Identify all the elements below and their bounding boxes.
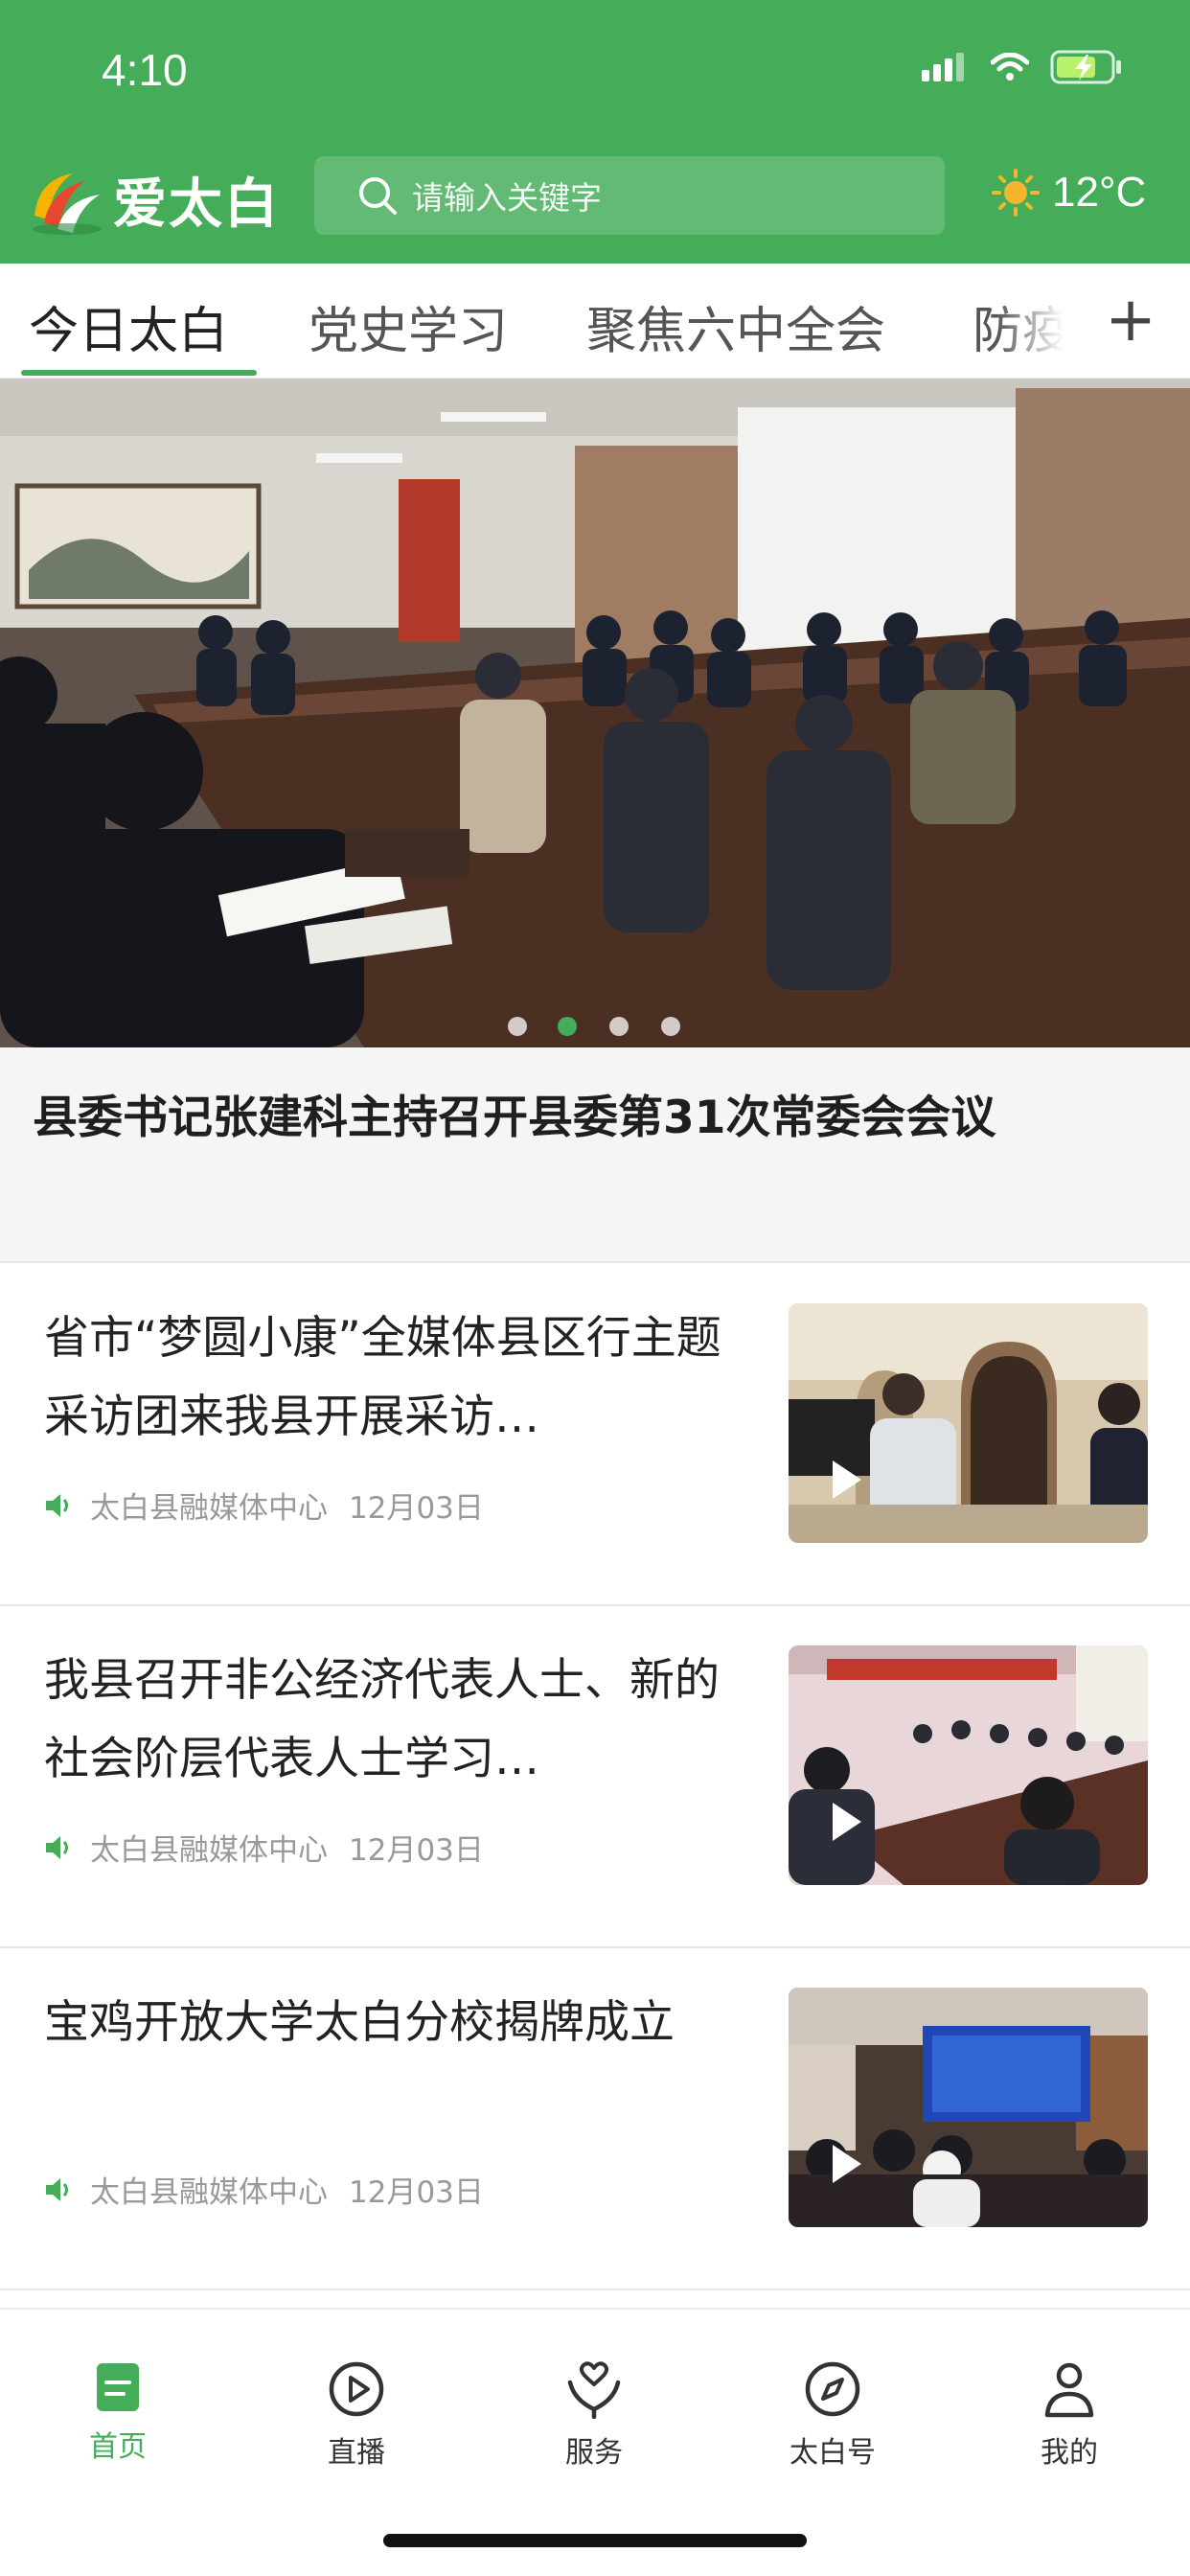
speaker-icon xyxy=(46,1493,68,1517)
news-source: 太白县融媒体中心 xyxy=(90,1833,328,1868)
news-item[interactable]: 宝鸡开放大学太白分校揭牌成立 太白县融媒体中心 12月03日 xyxy=(0,1949,1190,2290)
news-item[interactable]: 我县召开非公经济代表人士、新的社会阶层代表人士学习… 太白县融媒体中心 12月0… xyxy=(0,1607,1190,1948)
hero-title: 县委书记张建科主持召开县委第31次常委会会议 xyxy=(33,1092,996,1144)
channel-tabs: 今日太白 党史学习 聚焦六中全会 防疫 + xyxy=(0,264,1190,379)
nav-mine[interactable]: 我的 xyxy=(993,2359,1146,2471)
news-title: 我县召开非公经济代表人士、新的社会阶层代表人士学习… xyxy=(44,1654,720,1785)
pagination-dot[interactable] xyxy=(508,1017,527,1036)
temperature: 12°C xyxy=(1052,169,1147,216)
pagination-dot-active[interactable] xyxy=(558,1017,577,1036)
battery-charging-icon xyxy=(1050,50,1121,84)
thumbnail-image xyxy=(789,1303,1148,1543)
news-date: 12月03日 xyxy=(349,1833,484,1868)
nav-live-label: 直播 xyxy=(328,2436,385,2470)
speaker-icon xyxy=(46,2177,68,2201)
weather-widget[interactable]: 12°C xyxy=(991,168,1146,218)
news-date: 12月03日 xyxy=(349,2175,484,2210)
nav-service[interactable]: 服务 xyxy=(517,2359,671,2471)
nav-mine-label: 我的 xyxy=(1041,2436,1098,2470)
home-indicator[interactable] xyxy=(383,2534,807,2547)
hero-banner[interactable] xyxy=(0,379,1190,1047)
add-channel-button[interactable]: + xyxy=(1092,277,1169,363)
news-meta: 太白县融媒体中心 12月03日 xyxy=(44,2168,484,2211)
status-icons xyxy=(922,50,1123,84)
nav-home-label: 首页 xyxy=(89,2430,147,2464)
nav-taibai-account-label: 太白号 xyxy=(790,2436,876,2470)
news-title: 宝鸡开放大学太白分校揭牌成立 xyxy=(44,1996,675,2049)
news-date: 12月03日 xyxy=(349,1491,484,1526)
logo-text: 爱太白 xyxy=(113,172,280,236)
news-item[interactable]: 省市“梦圆小康”全媒体县区行主题采访团来我县开展采访… 太白县融媒体中心 12月… xyxy=(0,1265,1190,1606)
nav-home[interactable]: 首页 xyxy=(41,2359,195,2465)
tab-sixth-plenum[interactable]: 聚焦六中全会 xyxy=(586,290,885,362)
nav-service-label: 服务 xyxy=(565,2436,623,2470)
app-logo: 爱太白 xyxy=(29,161,280,239)
hero-caption[interactable]: 县委书记张建科主持召开县委第31次常委会会议 xyxy=(0,1047,1190,1263)
news-source: 太白县融媒体中心 xyxy=(90,1491,328,1526)
news-title: 省市“梦圆小康”全媒体县区行主题采访团来我县开展采访… xyxy=(44,1312,721,1443)
search-icon xyxy=(359,177,397,215)
play-icon xyxy=(833,1460,861,1499)
thumbnail-image xyxy=(789,1988,1148,2227)
news-source: 太白县融媒体中心 xyxy=(90,2175,328,2210)
tab-today-taibai[interactable]: 今日太白 xyxy=(29,290,228,362)
speaker-icon xyxy=(46,1835,68,1859)
news-meta: 太白县融媒体中心 12月03日 xyxy=(44,1826,484,1869)
search-placeholder: 请输入关键字 xyxy=(412,179,602,217)
person-icon xyxy=(1044,2362,1094,2418)
wifi-icon xyxy=(991,53,1029,80)
news-thumbnail[interactable] xyxy=(789,1645,1148,1885)
tab-fade xyxy=(996,264,1092,377)
sun-icon xyxy=(992,169,1040,217)
home-icon xyxy=(97,2363,139,2411)
signal-icon xyxy=(922,53,964,81)
active-tab-indicator xyxy=(21,370,257,376)
pagination-dot[interactable] xyxy=(609,1017,629,1036)
heart-hands-icon xyxy=(567,2361,621,2419)
nav-taibai-account[interactable]: 太白号 xyxy=(756,2359,909,2471)
thumbnail-image xyxy=(789,1645,1148,1885)
play-icon xyxy=(833,1803,861,1841)
news-thumbnail[interactable] xyxy=(789,1988,1148,2227)
search-bar[interactable]: 请输入关键字 xyxy=(314,156,945,235)
news-thumbnail[interactable] xyxy=(789,1303,1148,1543)
compass-icon xyxy=(805,2361,860,2417)
tab-party-history[interactable]: 党史学习 xyxy=(309,290,508,362)
logo-mark-icon xyxy=(33,172,102,235)
news-meta: 太白县融媒体中心 12月03日 xyxy=(44,1484,484,1527)
hero-image xyxy=(0,379,1190,1047)
status-time: 4:10 xyxy=(102,45,188,95)
nav-live[interactable]: 直播 xyxy=(280,2359,433,2471)
top-header: 4:10 爱太白 请输入关键字 12°C xyxy=(0,0,1190,264)
pagination-dot[interactable] xyxy=(661,1017,680,1036)
play-icon xyxy=(833,2145,861,2183)
play-circle-icon xyxy=(329,2361,384,2417)
